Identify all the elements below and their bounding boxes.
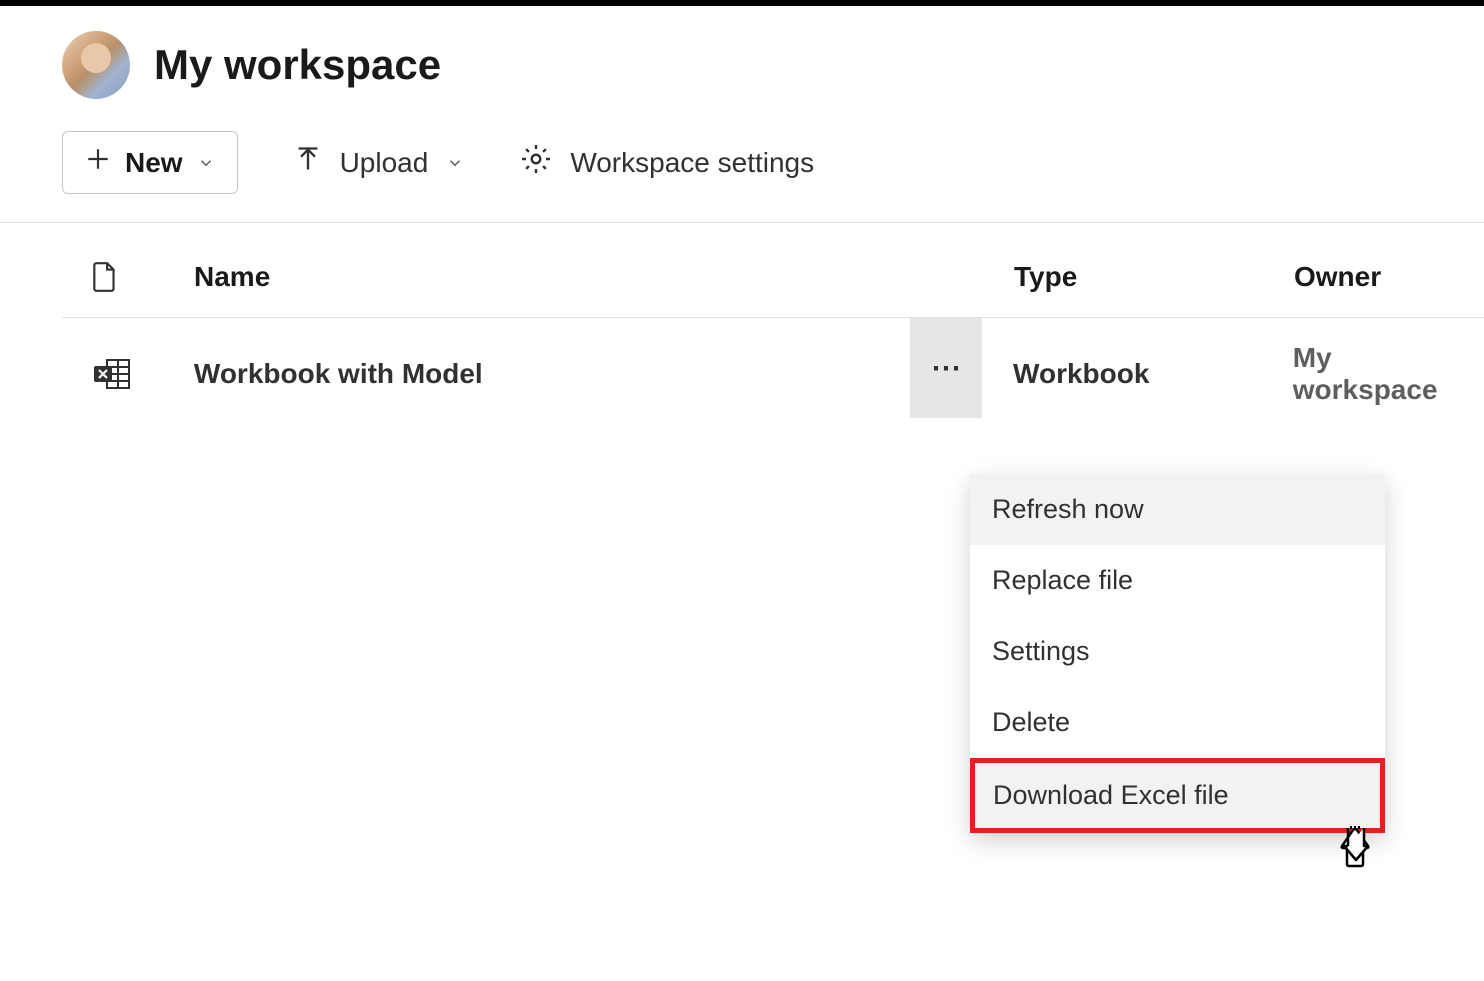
more-dots-icon: ⋯ [931,351,961,386]
menu-item-delete[interactable]: Delete [970,687,1385,758]
menu-item-replace[interactable]: Replace file [970,545,1385,616]
new-button[interactable]: New [62,131,238,194]
page-title: My workspace [154,41,441,89]
row-type: Workbook [1013,358,1293,390]
row-owner: My workspace [1293,342,1484,406]
upload-label: Upload [340,147,429,179]
upload-icon [294,145,322,180]
more-options-button[interactable]: ⋯ [910,318,982,418]
chevron-down-icon [446,147,464,179]
excel-icon [62,358,194,390]
column-type[interactable]: Type [1014,261,1294,293]
menu-item-download-excel[interactable]: Download Excel file [970,758,1385,833]
gear-icon [520,143,552,182]
upload-button[interactable]: Upload [294,145,465,180]
table-header: Name Type Owner [62,223,1484,318]
context-menu: Refresh now Replace file Settings Delete… [970,474,1385,833]
table-row[interactable]: Workbook with Model ⋯ Workbook My worksp… [62,318,1484,430]
menu-item-refresh[interactable]: Refresh now [970,474,1385,545]
column-owner[interactable]: Owner [1294,261,1381,293]
toolbar: New Upload Workspac [0,99,1484,223]
avatar [62,31,130,99]
workspace-header: My workspace [0,6,1484,99]
cursor-icon [1337,820,1375,868]
column-name[interactable]: Name [194,261,1014,293]
new-button-label: New [125,147,183,179]
workspace-settings-button[interactable]: Workspace settings [520,143,814,182]
file-icon-header [62,261,194,293]
plus-icon [85,146,111,179]
settings-label: Workspace settings [570,147,814,179]
menu-item-settings[interactable]: Settings [970,616,1385,687]
chevron-down-icon [197,147,215,179]
row-name: Workbook with Model [194,358,1013,390]
